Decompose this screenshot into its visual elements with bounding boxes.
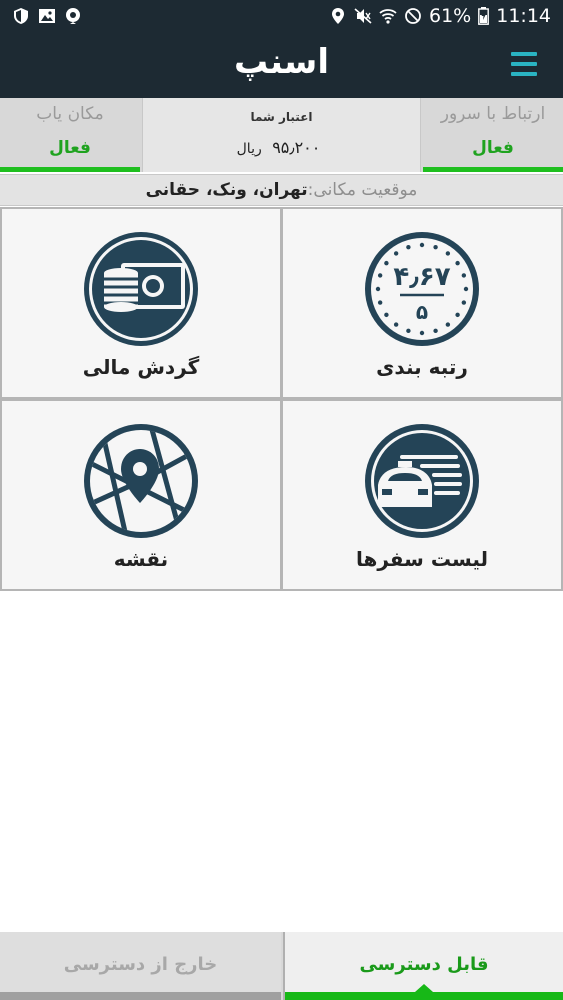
- map-label: نقشه: [113, 547, 169, 571]
- status-row: مکان یاب فعال اعتبار شما ۹۵٫۲۰۰ ریال ارت…: [0, 98, 563, 172]
- tab-unavailable-indicator: [0, 992, 281, 1000]
- shield-icon: [14, 8, 28, 24]
- map-pin-icon: [84, 424, 198, 538]
- map-tile[interactable]: نقشه: [2, 401, 280, 589]
- location-bar: موقعیت مکانی:تهران، ونک، حقانی: [0, 174, 563, 206]
- tab-available-label: قابل دسترسی: [359, 954, 489, 975]
- gps-label: مکان یاب: [36, 104, 104, 124]
- hamburger-menu-icon[interactable]: [511, 52, 537, 78]
- gallery-icon: [39, 9, 55, 23]
- rating-tile[interactable]: ۴٫۶۷ ۵ رتبه بندی: [283, 209, 561, 397]
- location-value: تهران، ونک، حقانی: [145, 180, 308, 200]
- trips-label: لیست سفرها: [355, 547, 489, 571]
- location-icon: [332, 8, 344, 24]
- money-coins-icon: [84, 232, 198, 346]
- clock: 11:14: [496, 5, 551, 27]
- rating-max: ۵: [416, 300, 428, 324]
- battery-percent: 61%: [429, 5, 472, 27]
- tab-unavailable[interactable]: خارج از دسترسی: [0, 932, 281, 1000]
- server-value: فعال: [472, 138, 514, 158]
- app-logo: اسنپ: [234, 42, 330, 82]
- credit-unit: ریال: [236, 141, 262, 157]
- dashboard-grid: گردش مالی ۴٫۶۷ ۵ رتبه بندی نقشه لیست سفر…: [0, 207, 563, 591]
- rating-score: ۴٫۶۷: [393, 262, 450, 292]
- availability-tabs: خارج از دسترسی قابل دسترسی: [0, 932, 563, 1000]
- credit-value: ۹۵٫۲۰۰: [272, 138, 321, 157]
- finance-tile[interactable]: گردش مالی: [2, 209, 280, 397]
- credit-panel[interactable]: اعتبار شما ۹۵٫۲۰۰ ریال: [142, 98, 421, 172]
- finance-label: گردش مالی: [82, 355, 200, 379]
- tab-unavailable-label: خارج از دسترسی: [63, 954, 218, 975]
- location-label: موقعیت مکانی:: [307, 180, 418, 200]
- do-not-disturb-icon: [405, 8, 421, 24]
- taxi-list-icon: [365, 424, 479, 538]
- gps-active-bar: [0, 167, 140, 172]
- rating-badge-icon: ۴٫۶۷ ۵: [365, 232, 479, 346]
- server-status: ارتباط با سرور فعال: [423, 98, 563, 172]
- wifi-icon: [379, 9, 397, 24]
- gps-status: مکان یاب فعال: [0, 98, 140, 172]
- mute-icon: [354, 8, 372, 24]
- credit-amount: ۹۵٫۲۰۰ ریال: [143, 138, 420, 157]
- server-label: ارتباط با سرور: [440, 104, 546, 124]
- credit-title: اعتبار شما: [250, 110, 313, 124]
- app-bar: اسنپ: [0, 32, 563, 98]
- status-bar: 61% 11:14: [0, 0, 563, 32]
- rating-label: رتبه بندی: [376, 355, 468, 379]
- tab-active-pointer: [415, 984, 433, 992]
- gps-value: فعال: [49, 138, 91, 158]
- tab-available[interactable]: قابل دسترسی: [283, 932, 563, 1000]
- location-pin-icon: [66, 8, 80, 24]
- battery-icon: [478, 7, 490, 25]
- trips-tile[interactable]: لیست سفرها: [283, 401, 561, 589]
- server-active-bar: [423, 167, 563, 172]
- tab-available-indicator: [285, 992, 563, 1000]
